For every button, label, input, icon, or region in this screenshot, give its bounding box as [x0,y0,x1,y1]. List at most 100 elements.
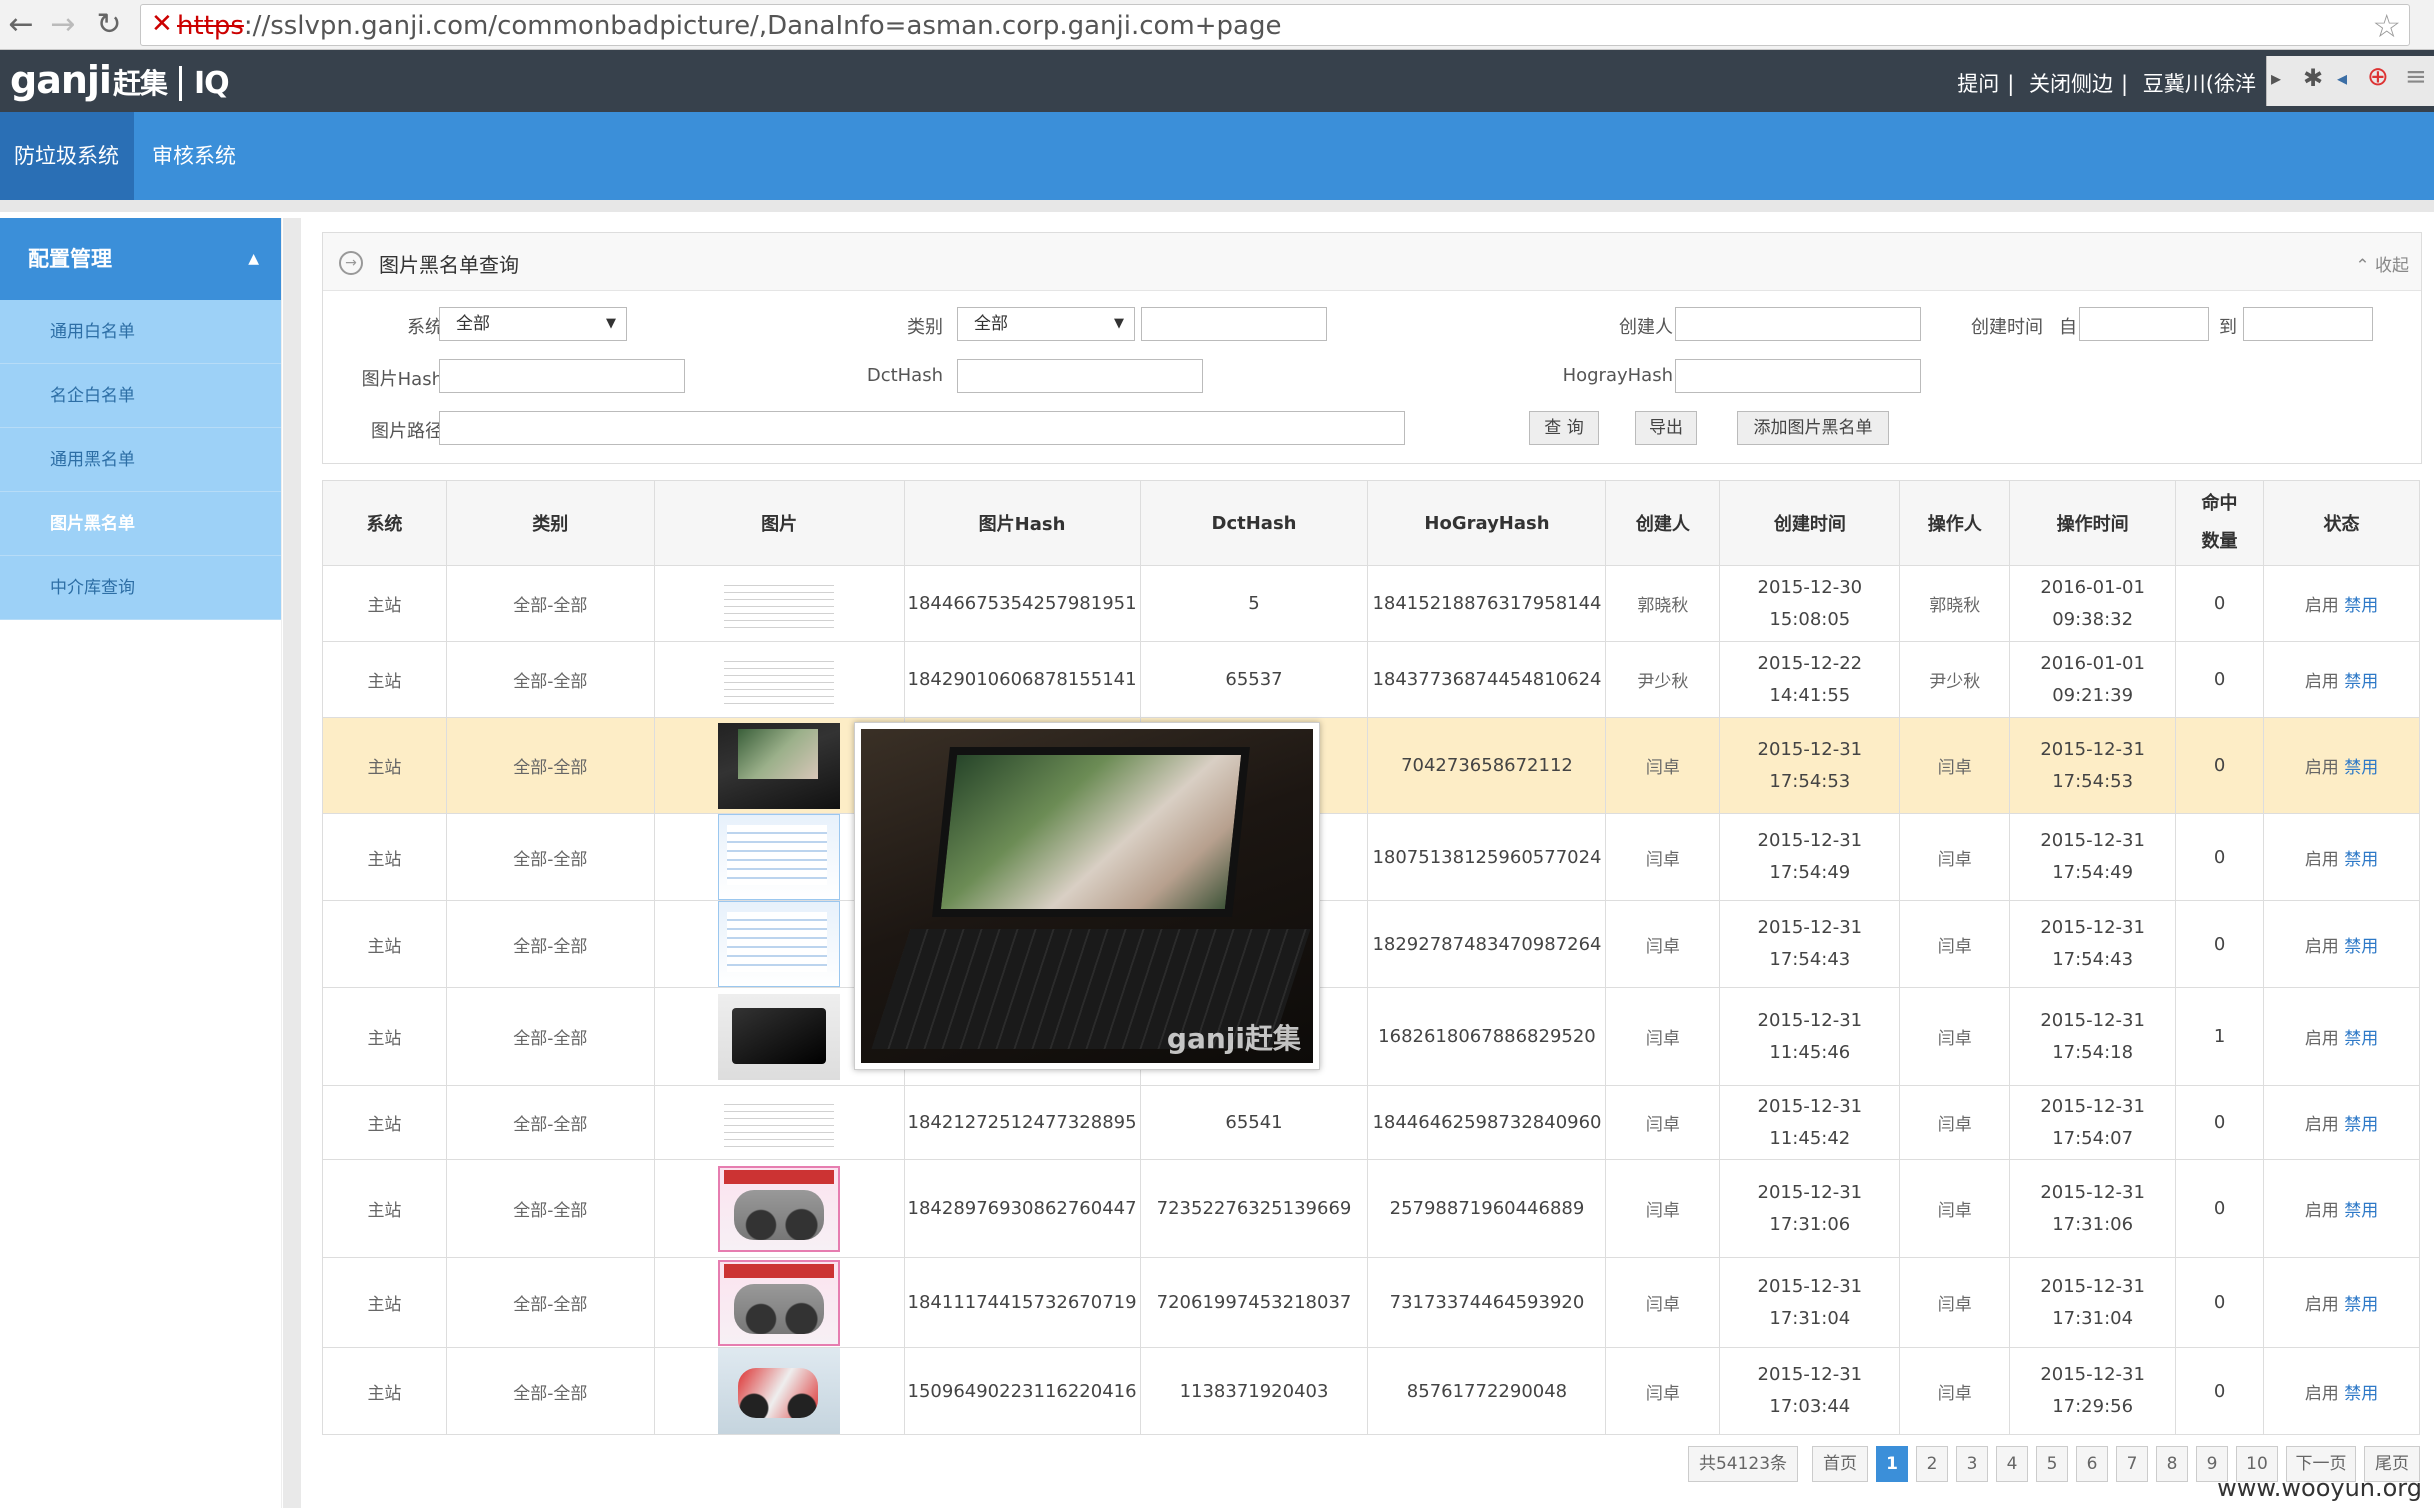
expand-arrow-icon[interactable]: ▸ [2271,66,2281,90]
sidebar-item-image-blacklist[interactable]: 图片黑名单 [0,492,281,556]
disable-link[interactable]: 禁用 [2344,596,2378,616]
subcategory-input[interactable] [1141,307,1327,341]
image-thumbnail[interactable] [718,1165,841,1252]
extension-arrow-icon[interactable]: ◂ [2337,66,2347,90]
cell-system: 主站 [322,717,447,814]
enable-link[interactable]: 启用 [2305,1295,2339,1315]
enable-link[interactable]: 启用 [2305,672,2339,692]
image-thumbnail[interactable] [718,901,841,987]
cell-creator: 闫卓 [1605,900,1721,988]
disable-link[interactable]: 禁用 [2344,1295,2378,1315]
col-create-time: 创建时间 [1719,480,1901,566]
cell-status: 启用 禁用 [2263,641,2420,718]
cell-creator: 闫卓 [1605,1159,1721,1258]
image-thumbnail[interactable] [718,814,841,900]
sidebar-section-config[interactable]: 配置管理 ▲ [0,218,281,300]
operate-clock: 17:54:18 [2052,1041,2134,1063]
extension-gear-icon[interactable]: ✱ [2303,64,2323,92]
enable-link[interactable]: 启用 [2305,1115,2339,1135]
enable-link[interactable]: 启用 [2305,1029,2339,1049]
export-button[interactable]: 导出 [1635,411,1697,445]
cell-status: 启用 禁用 [2263,987,2420,1086]
sidebar-item-company-whitelist[interactable]: 名企白名单 [0,364,281,428]
sidebar-item-agency-query[interactable]: 中介库查询 [0,556,281,620]
forward-icon[interactable]: → [46,8,80,42]
page-6-button[interactable]: 6 [2076,1446,2108,1482]
disable-link[interactable]: 禁用 [2344,758,2378,778]
tab-review[interactable]: 审核系统 [138,112,250,200]
lifebuoy-icon[interactable]: ⊕ [2367,62,2389,92]
image-thumbnail[interactable] [718,1259,841,1346]
operate-clock: 17:31:04 [2052,1307,2134,1329]
user-name-link[interactable]: 豆冀川(徐洋 [2143,72,2256,96]
page-7-button[interactable]: 7 [2116,1446,2148,1482]
create-clock: 11:45:42 [1769,1127,1851,1149]
reload-icon[interactable]: ↻ [92,8,126,42]
dct-hash-label: DctHash [866,365,943,386]
category-select[interactable]: 全部 ▼ [957,307,1135,341]
page-1-button[interactable]: 1 [1876,1446,1908,1482]
address-bar[interactable]: ✕ https://sslvpn.ganji.com/commonbadpict… [140,4,2410,46]
end-date-input[interactable] [2243,307,2373,341]
collapse-link[interactable]: ⌃ 收起 [2355,251,2409,276]
dct-hash-input[interactable] [957,359,1203,393]
page-8-button[interactable]: 8 [2156,1446,2188,1482]
nav-divider [0,200,2434,212]
cell-creator: 闫卓 [1605,717,1721,814]
cell-create-time: 2015-12-31 17:31:06 [1719,1159,1901,1258]
disable-link[interactable]: 禁用 [2344,1115,2378,1135]
add-blacklist-button[interactable]: 添加图片黑名单 [1737,411,1889,445]
image-thumbnail[interactable] [718,1348,841,1434]
enable-link[interactable]: 启用 [2305,596,2339,616]
ganji-logo[interactable]: ganji赶集 IQ [10,58,230,102]
close-sidebar-link[interactable]: 关闭侧边 [2029,72,2113,96]
create-date: 2015-12-31 [1757,1095,1863,1117]
app-header: ganji赶集 IQ 提问 | 关闭侧边 | 豆冀川(徐洋 ▸ ✱ ◂ ⊕ ≡ [0,50,2434,112]
cell-pic-hash: 18428976930862760447 [903,1159,1141,1258]
col-dct-hash: DctHash [1139,480,1369,566]
image-thumbnail[interactable] [718,722,841,809]
sidebar-item-common-blacklist[interactable]: 通用黑名单 [0,428,281,492]
disable-link[interactable]: 禁用 [2344,1201,2378,1221]
cell-pic-hash: 18446675354257981951 [903,565,1141,642]
cell-operate-time: 2015-12-31 17:31:04 [2009,1257,2177,1348]
creator-input[interactable] [1675,307,1921,341]
disable-link[interactable]: 禁用 [2344,1029,2378,1049]
image-thumbnail[interactable] [724,578,835,629]
cell-category: 全部-全部 [445,1257,655,1348]
disable-link[interactable]: 禁用 [2344,850,2378,870]
pic-hash-input[interactable] [439,359,685,393]
tab-anti-spam[interactable]: 防垃圾系统 [0,112,134,200]
pic-path-input[interactable] [439,411,1405,445]
enable-link[interactable]: 启用 [2305,850,2339,870]
disable-link[interactable]: 禁用 [2344,672,2378,692]
dropdown-arrow-icon: ▼ [606,316,616,331]
image-thumbnail[interactable] [724,1097,835,1148]
enable-link[interactable]: 启用 [2305,1384,2339,1404]
start-date-input[interactable] [2079,307,2209,341]
image-thumbnail[interactable] [718,993,841,1080]
page-2-button[interactable]: 2 [1916,1446,1948,1482]
bookmark-star-icon[interactable]: ☆ [2372,7,2401,45]
hogray-hash-input[interactable] [1675,359,1921,393]
cell-dct-hash: 65541 [1139,1085,1369,1160]
menu-icon[interactable]: ≡ [2405,62,2427,92]
enable-link[interactable]: 启用 [2305,937,2339,957]
sidebar-item-common-whitelist[interactable]: 通用白名单 [0,300,281,364]
query-button[interactable]: 查 询 [1529,411,1599,445]
cell-create-time: 2015-12-31 11:45:42 [1719,1085,1901,1160]
first-page-button[interactable]: 首页 [1812,1446,1868,1482]
image-thumbnail[interactable] [724,654,835,705]
enable-link[interactable]: 启用 [2305,1201,2339,1221]
disable-link[interactable]: 禁用 [2344,937,2378,957]
page-4-button[interactable]: 4 [1996,1446,2028,1482]
ask-link[interactable]: 提问 [1957,72,1999,96]
enable-link[interactable]: 启用 [2305,758,2339,778]
page-5-button[interactable]: 5 [2036,1446,2068,1482]
disable-link[interactable]: 禁用 [2344,1384,2378,1404]
pic-path-label: 图片路径 [371,421,443,442]
back-icon[interactable]: ← [4,8,38,42]
page-3-button[interactable]: 3 [1956,1446,1988,1482]
system-select[interactable]: 全部 ▼ [439,307,627,341]
cell-status: 启用 禁用 [2263,1085,2420,1160]
